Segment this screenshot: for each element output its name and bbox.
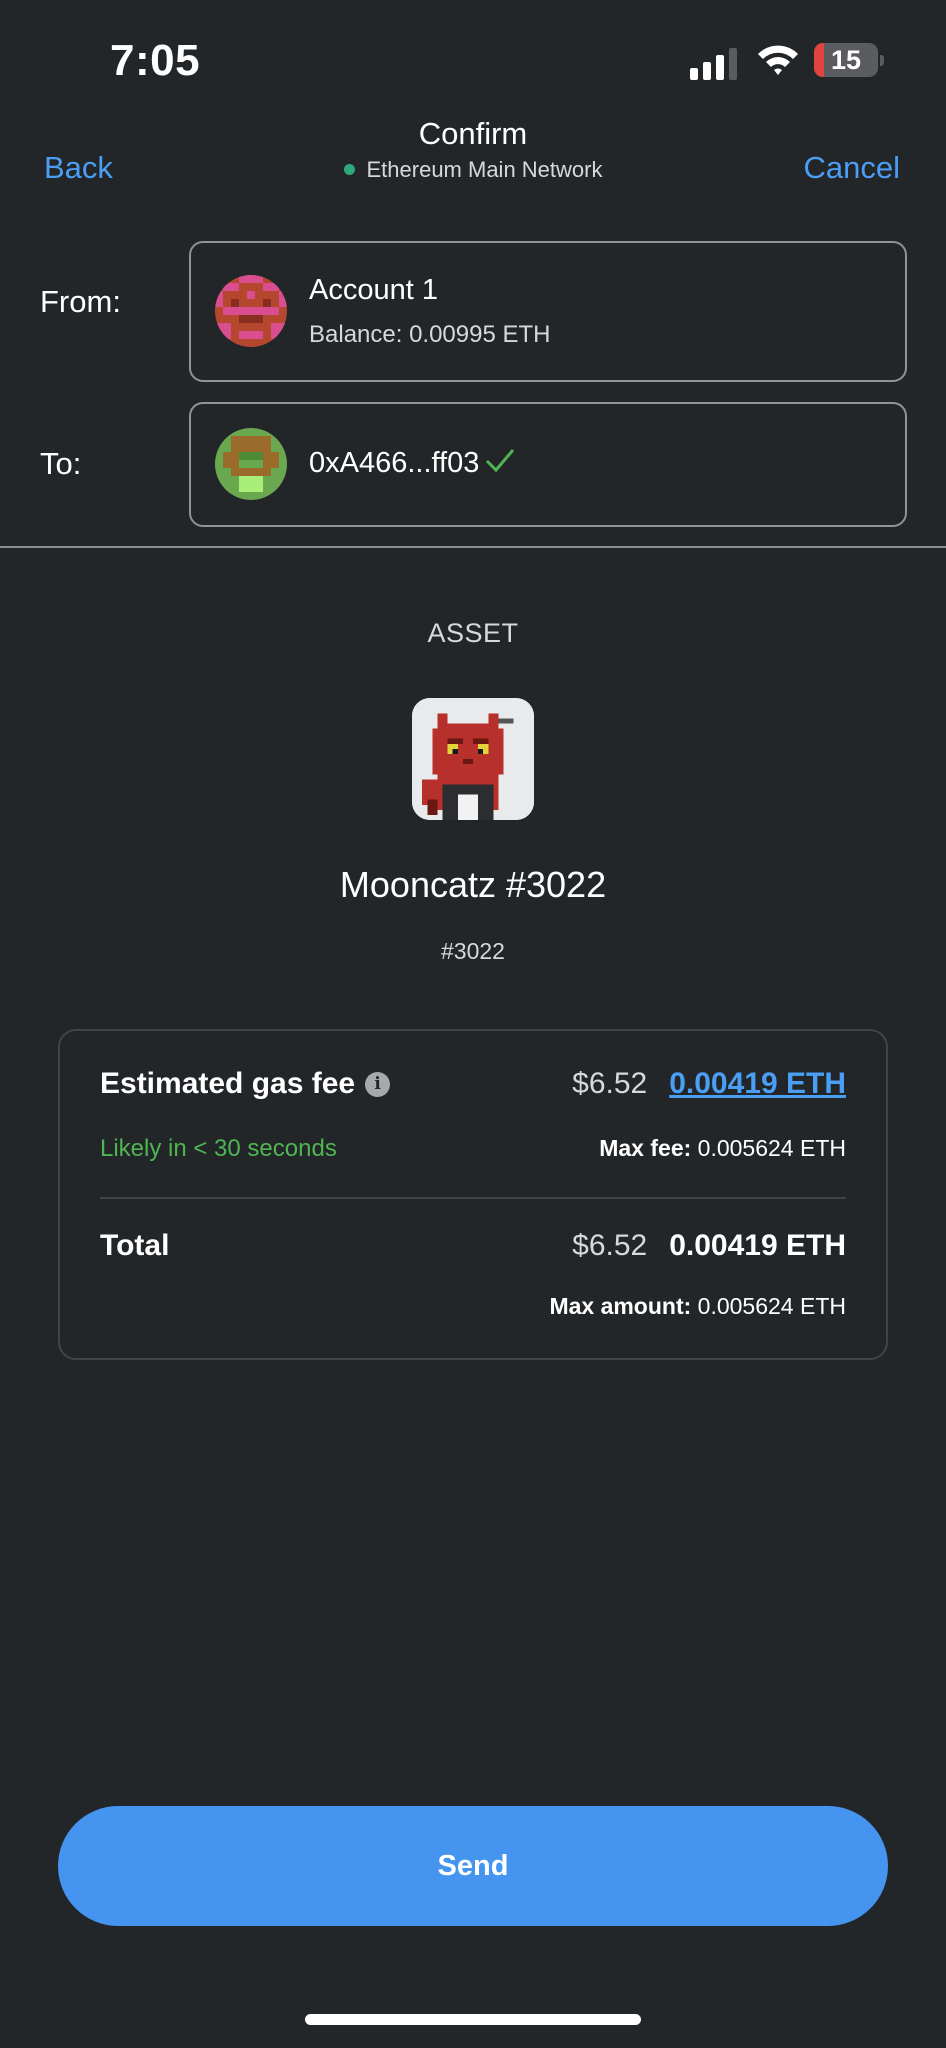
recipient-address: 0xA466...ff03 xyxy=(309,447,480,479)
account-avatar xyxy=(215,275,287,347)
max-fee-label: Max fee: xyxy=(599,1135,692,1161)
send-button[interactable]: Send xyxy=(58,1806,888,1926)
fee-summary-card: Estimated gas fee i $6.52 0.00419 ETH Like… xyxy=(58,1029,888,1360)
max-fee-value: 0.005624 ETH xyxy=(697,1135,846,1161)
gas-fee-row: Estimated gas fee i $6.52 0.00419 ETH xyxy=(100,1067,846,1101)
fee-divider xyxy=(100,1197,846,1199)
max-amount-label: Max amount: xyxy=(549,1293,692,1319)
gas-fee-usd: $6.52 xyxy=(572,1067,648,1100)
from-label: From: xyxy=(40,284,121,319)
home-indicator[interactable] xyxy=(305,2014,641,2025)
total-usd: $6.52 xyxy=(572,1229,648,1262)
account-balance: Balance: 0.00995 ETH xyxy=(309,321,551,348)
account-name: Account 1 xyxy=(309,274,438,306)
to-label: To: xyxy=(40,446,82,481)
nft-token-id: #3022 xyxy=(441,938,505,964)
battery-percent: 15 xyxy=(830,45,862,75)
wifi-icon xyxy=(756,42,800,83)
total-label: Total xyxy=(100,1229,170,1262)
from-account-card[interactable]: Account 1 Balance: 0.00995 ETH xyxy=(189,241,907,382)
total-eth: 0.00419 ETH xyxy=(669,1229,846,1262)
cellular-signal-icon xyxy=(690,46,738,80)
battery-cap xyxy=(880,55,884,66)
section-divider xyxy=(0,546,946,548)
to-account-card[interactable]: 0xA466...ff03 xyxy=(189,402,907,527)
page-title: Confirm xyxy=(418,116,528,151)
asset-section-label: ASSET xyxy=(427,618,519,648)
network-status-dot xyxy=(343,163,355,175)
gas-fee-label: Estimated gas fee xyxy=(100,1067,356,1100)
verified-check-icon xyxy=(485,447,515,481)
gas-fee-detail-row: Likely in < 30 seconds Max fee: 0.005624… xyxy=(100,1135,846,1163)
cancel-button[interactable]: Cancel xyxy=(804,150,901,186)
recipient-row: 0xA466...ff03 xyxy=(309,447,515,481)
info-icon[interactable]: i xyxy=(365,1072,391,1098)
recipient-avatar xyxy=(215,428,287,500)
max-amount-value: 0.005624 ETH xyxy=(697,1293,846,1319)
gas-speed-estimate: Likely in < 30 seconds xyxy=(100,1135,337,1162)
status-time: 7:05 xyxy=(110,36,201,85)
nft-image xyxy=(412,698,534,820)
max-amount-row: Max amount: 0.005624 ETH xyxy=(100,1293,846,1320)
nft-name: Mooncatz #3022 xyxy=(339,864,607,905)
battery-icon: 15 xyxy=(814,43,878,77)
gas-fee-eth-link[interactable]: 0.00419 ETH xyxy=(669,1067,846,1100)
network-name: Ethereum Main Network xyxy=(366,157,603,182)
total-row: Total $6.52 0.00419 ETH xyxy=(100,1229,846,1263)
